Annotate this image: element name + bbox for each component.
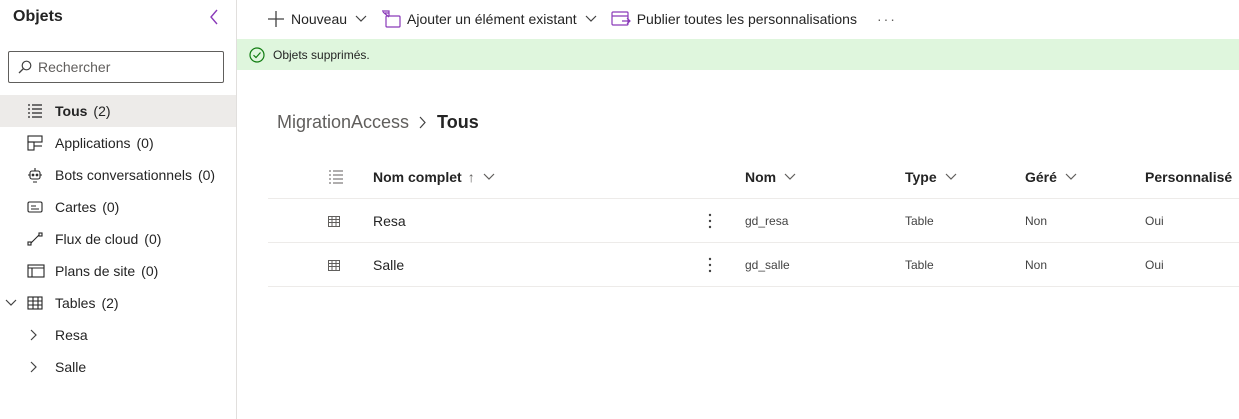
collapse-sidebar-button[interactable] [205,7,223,27]
row-customized: Oui [1145,258,1164,272]
search-icon [18,60,32,74]
add-existing-label: Ajouter un élément existant [407,11,577,27]
column-header-label: Nom complet [373,169,462,185]
sidebar-item-cloud-flows[interactable]: Flux de cloud (0) [0,223,236,255]
chevron-down-icon[interactable] [5,299,19,307]
objects-sidebar: Objets Rechercher Tous (2) Applications … [0,0,237,419]
sidebar-item-count: (0) [144,231,162,247]
sidebar-nav: Tous (2) Applications (0) Bots conversat… [0,95,236,383]
bot-icon [27,167,47,183]
column-header-label: Géré [1025,169,1057,185]
row-managed: Non [1025,258,1048,272]
flow-icon [27,231,47,247]
column-header-type[interactable]: Type [905,155,957,199]
row-customized: Oui [1145,214,1164,228]
breadcrumb-current: Tous [437,112,479,132]
sidebar-item-label: Flux de cloud [55,231,139,247]
column-header-name[interactable]: Nom [745,155,796,199]
sidebar-item-count: (0) [102,199,120,215]
chevron-right-icon [419,116,427,129]
message-text: Objets supprimés. [273,47,370,62]
sidebar-item-label: Tous [55,103,88,119]
row-managed: Non [1025,214,1048,228]
new-button-label: Nouveau [291,11,348,27]
new-button[interactable]: Nouveau [267,1,367,37]
sidebar-item-label: Plans de site [55,263,136,279]
breadcrumb: MigrationAccess Tous [277,112,479,133]
sidebar-item-count: (0) [136,135,154,151]
more-options-button[interactable]: ··· [877,11,897,27]
table-icon [27,295,47,311]
sidebar-title: Objets [13,8,63,25]
table-header-row: Nom complet ↑ Nom Type Géré Personnalisé [268,155,1239,199]
sidebar-item-label: Tables [55,295,96,311]
sidebar-item-count: (2) [101,295,119,311]
column-header-display-name[interactable]: Nom complet ↑ [373,155,495,199]
sidebar-item-label: Salle [55,359,87,375]
sitemap-icon [27,263,47,279]
column-options-icon[interactable] [328,155,344,199]
column-header-customized[interactable]: Personnalisé [1145,155,1239,199]
success-message-bar: Objets supprimés. [237,39,1239,70]
row-type: Table [905,258,934,272]
column-header-label: Personnalisé [1145,169,1233,185]
sidebar-item-all[interactable]: Tous (2) [0,95,236,127]
sidebar-item-label: Applications [55,135,131,151]
sidebar-item-label: Resa [55,327,88,343]
row-display-name[interactable]: Salle [373,243,404,287]
objects-table: Nom complet ↑ Nom Type Géré Personnalisé… [268,155,1239,287]
chevron-down-icon [945,173,957,181]
chevron-right-icon[interactable] [30,361,44,373]
column-header-label: Nom [745,169,777,185]
chevron-right-icon[interactable] [30,329,44,341]
search-placeholder: Rechercher [38,59,111,75]
list-icon [27,103,47,119]
sidebar-item-applications[interactable]: Applications (0) [0,127,236,159]
more-vertical-icon [708,213,712,229]
breadcrumb-parent[interactable]: MigrationAccess [277,112,409,133]
sidebar-item-cards[interactable]: Cartes (0) [0,191,236,223]
publish-icon [611,10,631,28]
command-bar: Nouveau Ajouter un élément existant Publ… [237,0,1239,38]
sidebar-item-label: Cartes [55,199,97,215]
sort-ascending-icon: ↑ [467,169,475,185]
chevron-down-icon [784,173,796,181]
row-display-name[interactable]: Resa [373,199,406,243]
chevron-left-icon [210,9,218,25]
table-row[interactable]: Resa gd_resa Table Non Oui [268,199,1239,243]
row-name: gd_resa [745,214,789,228]
card-icon [27,199,47,215]
search-input[interactable]: Rechercher [8,51,224,83]
sidebar-item-site-maps[interactable]: Plans de site (0) [0,255,236,287]
row-name: gd_salle [745,258,790,272]
sidebar-item-salle[interactable]: Salle [0,351,236,383]
chevron-down-icon [585,15,597,23]
table-row[interactable]: Salle gd_salle Table Non Oui [268,243,1239,287]
check-circle-icon [249,46,265,63]
sidebar-item-count: (2) [93,103,111,119]
row-more-options-button[interactable] [704,243,716,287]
plus-icon [267,10,285,28]
add-existing-button[interactable]: Ajouter un élément existant [381,1,597,37]
chevron-down-icon [355,15,367,23]
sidebar-item-count: (0) [141,263,159,279]
add-existing-icon [381,10,401,28]
sidebar-item-count: (0) [197,167,216,183]
sidebar-item-tables[interactable]: Tables (2) [0,287,236,319]
app-icon [27,135,47,151]
more-vertical-icon [708,257,712,273]
table-icon [328,243,340,287]
chevron-down-icon [1065,173,1077,181]
sidebar-item-label: Bots conversationnels [55,167,192,183]
publish-all-button[interactable]: Publier toutes les personnalisations [611,1,857,37]
row-type: Table [905,214,934,228]
sidebar-item-resa[interactable]: Resa [0,319,236,351]
sidebar-item-bots[interactable]: Bots conversationnels (0) [0,159,236,191]
chevron-down-icon [483,173,495,181]
column-header-managed[interactable]: Géré [1025,155,1077,199]
publish-all-label: Publier toutes les personnalisations [636,11,857,27]
column-header-label: Type [905,169,937,185]
table-icon [328,199,340,243]
row-more-options-button[interactable] [704,199,716,243]
